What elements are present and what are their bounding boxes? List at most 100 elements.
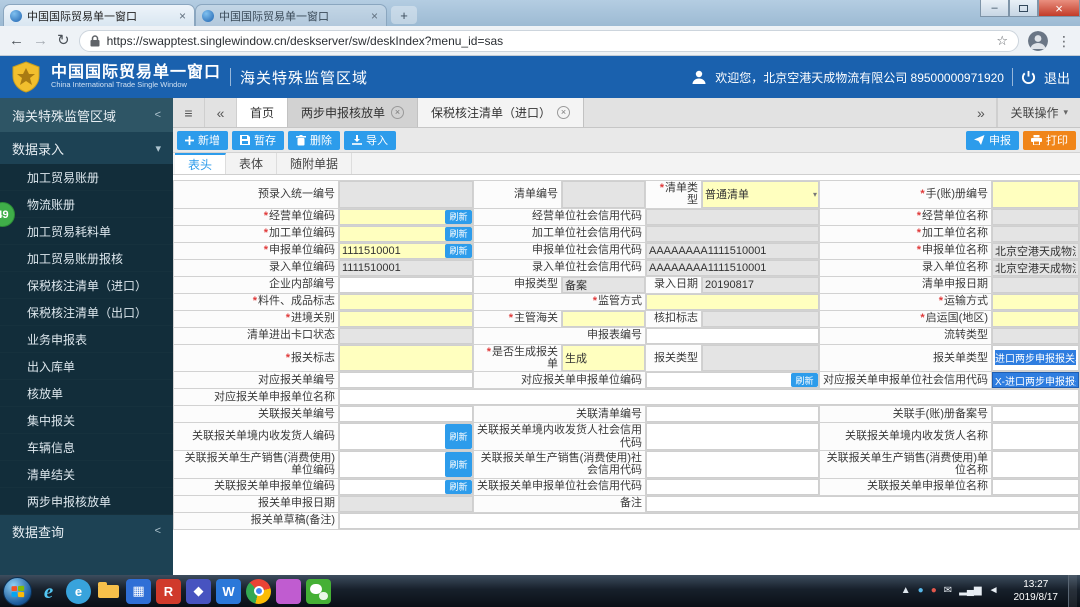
form-field[interactable]: [992, 293, 1080, 311]
network-icon[interactable]: ▂▄▆: [959, 586, 981, 596]
internet-explorer-icon[interactable]: e: [36, 579, 61, 604]
form-field[interactable]: [992, 276, 1080, 294]
form-field[interactable]: [992, 450, 1080, 479]
tray-expand-icon[interactable]: ▲: [901, 586, 911, 596]
form-field[interactable]: 备案: [562, 276, 646, 294]
form-field[interactable]: 20190817: [702, 276, 820, 294]
url-bar[interactable]: https://swapptest.singlewindow.cn/deskse…: [78, 29, 1019, 52]
bookmark-star-icon[interactable]: ☆: [996, 33, 1008, 49]
refresh-button[interactable]: 刷新: [445, 479, 472, 494]
sidebar-item[interactable]: 集中报关: [0, 407, 173, 434]
refresh-button[interactable]: 刷新: [445, 226, 472, 241]
form-field[interactable]: [992, 327, 1080, 345]
folder-explorer-icon[interactable]: [96, 579, 121, 604]
form-field[interactable]: 1111510001 刷新: [339, 242, 474, 260]
import-button[interactable]: 导入: [344, 130, 396, 150]
form-field[interactable]: [702, 310, 820, 328]
tab-close-icon[interactable]: ×: [557, 106, 571, 119]
tray-app-icon-red[interactable]: ●: [931, 586, 937, 596]
refresh-button[interactable]: 刷新: [445, 209, 472, 224]
form-field[interactable]: [339, 495, 474, 513]
sidebar-item[interactable]: 业务申报表: [0, 326, 173, 353]
profile-avatar[interactable]: [1028, 30, 1048, 51]
window-close-button[interactable]: ×: [1038, 0, 1080, 17]
sidebar-collapse-icon[interactable]: <: [155, 109, 161, 121]
subtab[interactable]: 随附单据: [277, 153, 353, 174]
form-field[interactable]: [339, 372, 474, 390]
form-field[interactable]: [992, 225, 1080, 243]
refresh-button[interactable]: 刷新: [445, 243, 472, 258]
form-field[interactable]: [646, 327, 820, 345]
delete-button[interactable]: 删除: [288, 130, 340, 150]
logout-button[interactable]: 退出: [1044, 68, 1070, 87]
refresh-button[interactable]: 刷新: [445, 424, 472, 449]
media-app-icon[interactable]: ▦: [126, 578, 151, 604]
form-field[interactable]: [339, 512, 1080, 530]
form-field[interactable]: 进口两步申报报关单: [992, 344, 1080, 373]
sidebar-item[interactable]: 核放单: [0, 380, 173, 407]
refresh-button[interactable]: 刷新: [791, 373, 818, 388]
form-field[interactable]: AAAAAAAA1111510001: [646, 259, 820, 277]
app-icon-indigo[interactable]: ◆: [186, 578, 211, 604]
add-button[interactable]: 新增: [177, 130, 228, 150]
sidebar-item[interactable]: 加工贸易账册: [0, 164, 173, 191]
form-field[interactable]: [646, 225, 820, 243]
tab-close-icon[interactable]: ×: [177, 10, 188, 22]
form-field[interactable]: [339, 293, 474, 311]
sidebar-item[interactable]: 保税核注清单（出口）: [0, 299, 173, 326]
start-button[interactable]: [3, 576, 32, 606]
sidebar-root[interactable]: 海关特殊监管区域 <: [0, 98, 173, 132]
browser-tab[interactable]: 中国国际贸易单一窗口 ×: [195, 4, 387, 26]
form-field[interactable]: 刷新: [339, 478, 474, 496]
back-button[interactable]: ←: [9, 33, 24, 48]
browser-tab[interactable]: 中国国际贸易单一窗口 ×: [3, 4, 195, 26]
dropdown-caret-icon[interactable]: ▾: [813, 190, 817, 199]
volume-icon[interactable]: ◄: [989, 586, 999, 596]
scroll-tabs-right-icon[interactable]: »: [965, 98, 998, 127]
window-minimize-button[interactable]: –: [980, 0, 1009, 17]
content-tab[interactable]: 保税核注清单（进口） ×: [418, 98, 585, 127]
form-field[interactable]: 刷新: [646, 372, 820, 390]
form-field[interactable]: [992, 423, 1080, 451]
form-field[interactable]: [339, 344, 474, 373]
form-field[interactable]: 生成: [562, 344, 646, 373]
sidebar-item[interactable]: 清单结关: [0, 461, 173, 488]
form-field[interactable]: [646, 423, 820, 451]
sidebar-item[interactable]: 物流账册: [0, 191, 173, 218]
taskbar-clock[interactable]: 13:27 2019/8/17: [1008, 578, 1065, 604]
form-field[interactable]: [702, 344, 820, 373]
sidebar-item[interactable]: 两步申报核放单: [0, 488, 173, 515]
dropdown-option[interactable]: X-进口两步申报报关单: [992, 372, 1080, 390]
subtab[interactable]: 表体: [226, 153, 278, 174]
form-field[interactable]: [646, 208, 820, 226]
form-field[interactable]: [646, 478, 820, 496]
app-icon-w[interactable]: W: [216, 578, 241, 604]
form-field[interactable]: [339, 327, 474, 345]
form-field[interactable]: AAAAAAAA1111510001: [646, 242, 820, 260]
content-tab[interactable]: 首页: [237, 98, 289, 127]
browser-app-icon[interactable]: e: [66, 578, 91, 604]
forward-button[interactable]: →: [33, 33, 48, 48]
form-field[interactable]: [562, 310, 646, 328]
form-field[interactable]: [339, 276, 474, 294]
window-maximize-button[interactable]: [1009, 0, 1038, 17]
form-field[interactable]: 1111510001: [339, 259, 474, 277]
form-field[interactable]: [992, 310, 1080, 328]
save-draft-button[interactable]: 暂存: [232, 130, 284, 150]
show-desktop-button[interactable]: [1068, 575, 1077, 607]
form-field[interactable]: [646, 495, 1080, 513]
form-field[interactable]: [992, 181, 1080, 209]
form-field[interactable]: [339, 310, 474, 328]
declare-button[interactable]: 申报: [966, 130, 1019, 150]
form-field[interactable]: [339, 406, 474, 424]
url-text[interactable]: https://swapptest.singlewindow.cn/deskse…: [107, 34, 990, 48]
sidebar-item[interactable]: 保税核注清单（进口）: [0, 272, 173, 299]
form-field[interactable]: [562, 181, 646, 209]
tray-mail-icon[interactable]: ✉: [944, 586, 952, 596]
app-icon-r[interactable]: R: [156, 578, 181, 604]
scroll-tabs-left-icon[interactable]: «: [205, 98, 237, 127]
wechat-icon[interactable]: [306, 578, 331, 604]
tray-app-icon-blue[interactable]: ●: [918, 586, 924, 596]
paint-app-icon[interactable]: [276, 578, 301, 604]
form-field[interactable]: 普通清单 ▾: [702, 181, 820, 209]
